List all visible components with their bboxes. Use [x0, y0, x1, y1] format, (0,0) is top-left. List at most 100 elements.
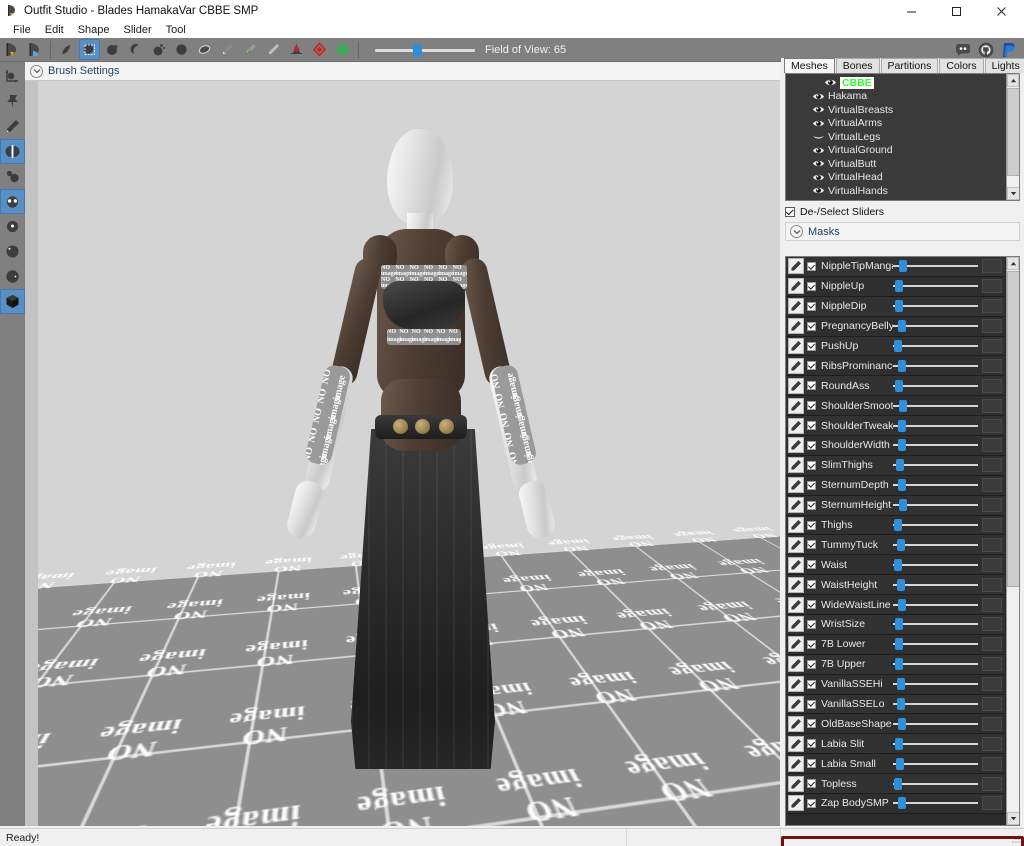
slider-knob[interactable]	[895, 379, 903, 392]
slider-value-box[interactable]	[982, 299, 1002, 314]
slider-knob[interactable]	[898, 479, 906, 492]
slider-checkbox[interactable]	[807, 798, 816, 808]
pencil-icon[interactable]	[788, 596, 804, 613]
slider-track[interactable]	[893, 597, 978, 613]
tab-bones[interactable]: Bones	[835, 58, 880, 73]
slider-knob[interactable]	[898, 797, 906, 810]
menu-tool[interactable]: Tool	[159, 23, 193, 37]
mesh-list-scrollbar[interactable]	[1006, 74, 1019, 200]
slider-row[interactable]: RoundAss	[786, 376, 1005, 397]
slider-list-box[interactable]: NippleTipManga NippleUp NippleDip Pregnancy…	[785, 256, 1020, 826]
slider-knob[interactable]	[895, 280, 903, 293]
new-project-icon[interactable]	[1, 39, 22, 60]
select-tool-icon[interactable]	[56, 39, 77, 60]
slider-track[interactable]	[893, 477, 978, 493]
slider-knob[interactable]	[895, 658, 903, 671]
slider-track[interactable]	[893, 278, 978, 294]
slider-track[interactable]	[893, 577, 978, 593]
slider-value-box[interactable]	[982, 339, 1002, 353]
alpha-brush-icon[interactable]	[263, 39, 284, 60]
pencil-icon[interactable]	[788, 278, 804, 295]
tab-partitions[interactable]: Partitions	[880, 58, 939, 73]
fov-knob[interactable]	[413, 43, 422, 57]
pencil-icon[interactable]	[788, 377, 804, 394]
slider-row[interactable]: VanillaSSELo	[786, 694, 1005, 715]
slider-track[interactable]	[893, 776, 978, 792]
slider-track[interactable]	[893, 795, 978, 811]
eye-visible-icon[interactable]	[824, 77, 837, 88]
slider-row[interactable]: Labia Small	[786, 754, 1005, 775]
slider-row[interactable]: SlimThighs	[786, 455, 1005, 476]
slider-knob[interactable]	[899, 499, 907, 512]
slider-checkbox[interactable]	[807, 600, 816, 610]
brush-icon[interactable]	[0, 114, 25, 139]
pencil-icon[interactable]	[788, 696, 804, 713]
slider-row[interactable]: WaistHeight	[786, 575, 1005, 596]
deselect-sliders-checkbox[interactable]	[785, 207, 795, 217]
pencil-icon[interactable]	[788, 795, 804, 812]
slider-value-box[interactable]	[982, 458, 1002, 473]
slider-knob[interactable]	[896, 459, 904, 472]
deselect-sliders-row[interactable]: De-/Select Sliders	[785, 205, 1020, 219]
collision-icon[interactable]	[286, 39, 307, 60]
mirror-icon[interactable]	[0, 139, 25, 164]
slider-value-box[interactable]	[982, 378, 1002, 393]
tab-lights[interactable]: Lights	[984, 58, 1024, 73]
slider-track[interactable]	[893, 318, 978, 334]
slider-knob[interactable]	[898, 439, 906, 452]
menu-edit[interactable]: Edit	[38, 23, 71, 37]
slider-value-box[interactable]	[982, 518, 1002, 533]
slider-track[interactable]	[893, 437, 978, 453]
slider-checkbox[interactable]	[807, 619, 816, 629]
slider-row[interactable]: 7B Upper	[786, 654, 1005, 675]
slider-row[interactable]: ShoulderWidth	[786, 436, 1005, 456]
slider-knob[interactable]	[898, 717, 906, 730]
slider-checkbox[interactable]	[807, 500, 816, 510]
slider-track[interactable]	[893, 398, 978, 414]
slider-row[interactable]: WristSize	[786, 615, 1005, 635]
chevron-down-icon[interactable]	[790, 225, 803, 238]
pencil-icon[interactable]	[788, 397, 804, 414]
pencil-icon[interactable]	[788, 457, 804, 474]
eye-visible-icon[interactable]	[812, 185, 825, 196]
inflate-brush-icon[interactable]	[102, 39, 123, 60]
slider-value-box[interactable]	[982, 776, 1002, 791]
slider-row[interactable]: Zap BodySMP	[786, 794, 1005, 814]
slider-value-box[interactable]	[982, 557, 1002, 572]
eye-visible-icon[interactable]	[812, 91, 825, 102]
mesh-list-item[interactable]: VirtualHands	[788, 184, 1005, 198]
slider-value-box[interactable]	[982, 796, 1002, 811]
pencil-icon[interactable]	[788, 318, 804, 335]
slider-row[interactable]: RibsProminance	[786, 356, 1005, 377]
3d-viewport[interactable]: NOimageNOimageNOimageNOimageNOimageNOima…	[25, 81, 780, 826]
slider-knob[interactable]	[899, 260, 907, 273]
maximize-button[interactable]	[934, 0, 979, 22]
slider-checkbox[interactable]	[807, 560, 816, 570]
slider-checkbox[interactable]	[807, 480, 816, 490]
slider-row[interactable]: ShoulderSmooth	[786, 396, 1005, 417]
slider-track[interactable]	[893, 656, 978, 672]
slider-value-box[interactable]	[982, 259, 1002, 274]
slider-row[interactable]: ShoulderTweak	[786, 416, 1005, 437]
slider-knob[interactable]	[894, 558, 902, 571]
mesh-list-item[interactable]: VirtualArms	[788, 117, 1005, 131]
slider-row[interactable]: PushUp	[786, 336, 1005, 357]
slider-track[interactable]	[893, 537, 978, 553]
slider-track[interactable]	[893, 517, 978, 533]
transform-icon[interactable]	[332, 39, 353, 60]
slider-checkbox[interactable]	[807, 739, 816, 749]
load-project-icon[interactable]	[24, 39, 45, 60]
eye-visible-icon[interactable]	[812, 104, 825, 115]
slider-value-box[interactable]	[982, 418, 1002, 433]
slider-knob[interactable]	[897, 538, 905, 551]
masks-section-header[interactable]: Masks	[785, 222, 1020, 241]
slider-knob[interactable]	[897, 678, 905, 691]
slider-knob[interactable]	[897, 698, 905, 711]
slider-track[interactable]	[893, 338, 978, 354]
slider-checkbox[interactable]	[807, 421, 816, 431]
slider-track[interactable]	[893, 497, 978, 513]
mesh-scroll-thumb[interactable]	[1007, 88, 1019, 176]
deflate-brush-icon[interactable]	[125, 39, 146, 60]
slider-track[interactable]	[893, 636, 978, 652]
mesh-list-box[interactable]: CBBE Hakama VirtualBreasts VirtualArms Virtu…	[785, 73, 1020, 201]
